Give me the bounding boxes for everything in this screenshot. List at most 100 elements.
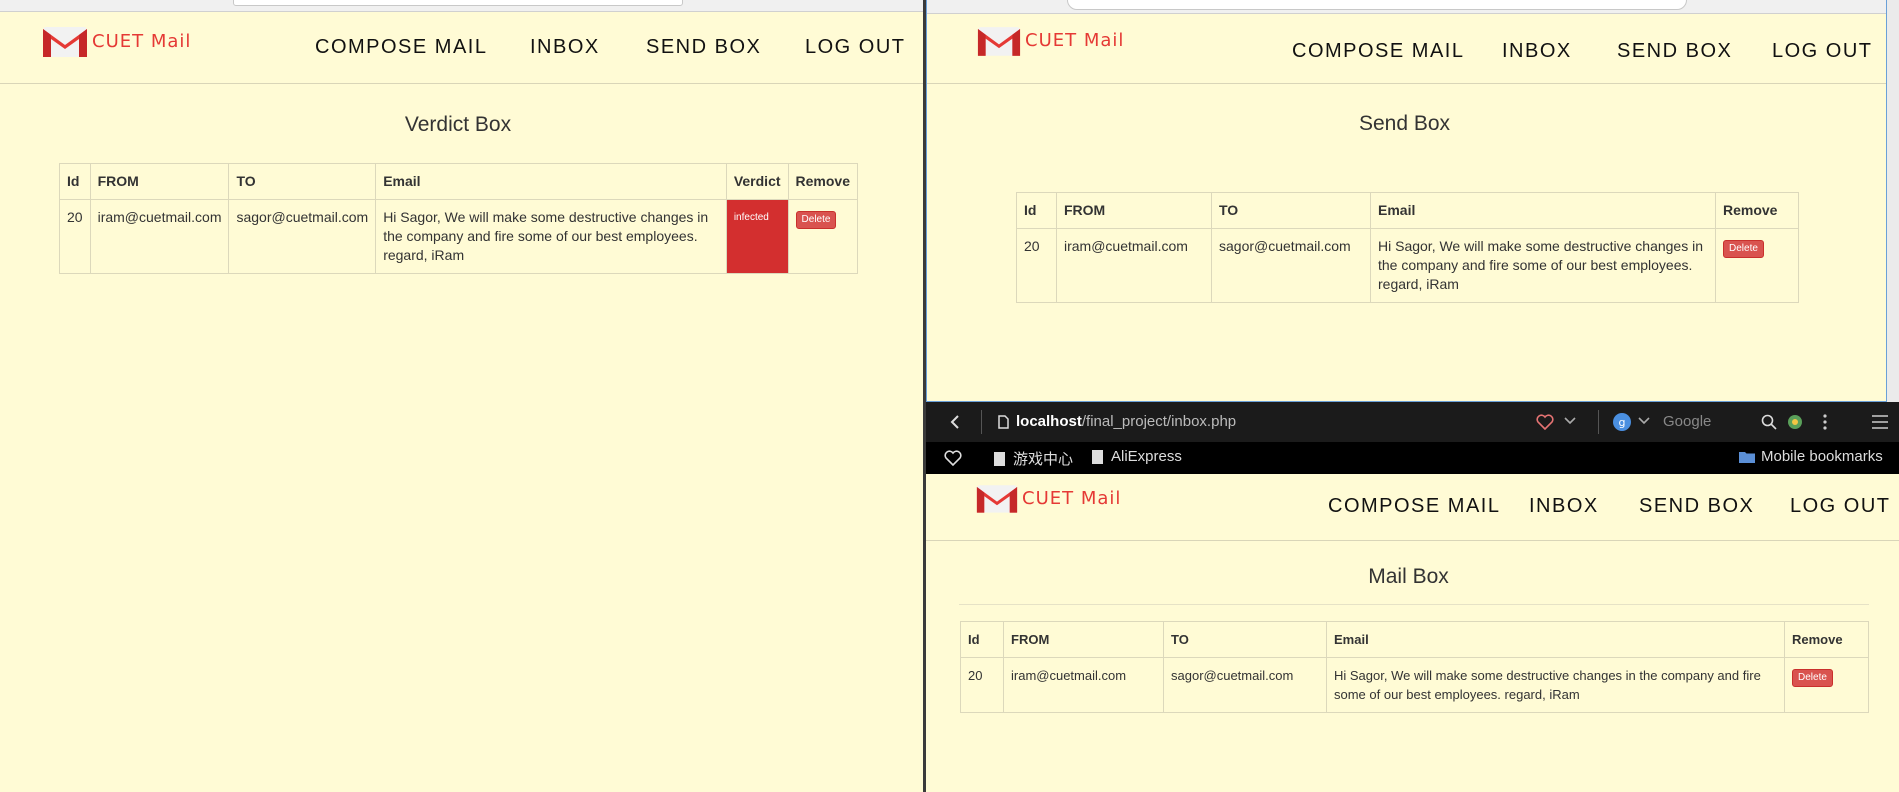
navbar: CUET Mail COMPOSE MAIL INBOX SEND BOX LO… <box>926 474 1899 541</box>
menu-icon[interactable] <box>1872 415 1888 429</box>
bookmarks-bar: 游戏中心 AliExpress Mobile bookmarks <box>926 442 1899 474</box>
col-id: Id <box>59 163 91 200</box>
document-icon <box>1092 449 1103 464</box>
col-id: Id <box>1016 192 1057 229</box>
col-from: FROM <box>1056 192 1212 229</box>
chevron-down-icon[interactable] <box>1564 417 1576 425</box>
nav-inbox[interactable]: INBOX <box>1529 495 1599 518</box>
table-header-row: Id FROM TO Email Remove <box>1016 192 1799 229</box>
cell-email: Hi Sagor, We will make some destructive … <box>1326 657 1785 713</box>
cell-remove: Delete <box>1715 228 1799 303</box>
delete-button[interactable]: Delete <box>1792 669 1833 687</box>
google-search-engine-icon[interactable]: g <box>1612 412 1632 432</box>
col-from: FROM <box>1003 621 1164 658</box>
bookmark-label: AliExpress <box>1111 448 1182 465</box>
col-from: FROM <box>89 163 230 200</box>
nav-inbox[interactable]: INBOX <box>1502 40 1572 63</box>
bookmark-item[interactable]: AliExpress <box>1092 448 1182 465</box>
web-content: CUET Mail COMPOSE MAIL INBOX SEND BOX LO… <box>926 474 1899 792</box>
logo-text: CUET Mail <box>1022 487 1122 509</box>
send-box-window: CUET Mail COMPOSE MAIL INBOX SEND BOX LO… <box>926 0 1887 402</box>
logo[interactable]: CUET Mail <box>976 482 1121 514</box>
verdict-window: CUET Mail COMPOSE MAIL INBOX SEND BOX LO… <box>0 0 923 792</box>
logo[interactable]: CUET Mail <box>977 24 1124 57</box>
table-row: 20 iram@cuetmail.com sagor@cuetmail.com … <box>59 199 859 274</box>
chevron-down-icon[interactable] <box>1638 417 1650 425</box>
window-edge <box>1887 0 1899 402</box>
extension-icon[interactable] <box>1786 413 1804 431</box>
nav-log-out[interactable]: LOG OUT <box>805 36 906 59</box>
nav-compose-mail[interactable]: COMPOSE MAIL <box>315 36 487 59</box>
col-to: TO <box>228 163 377 200</box>
nav-compose-mail[interactable]: COMPOSE MAIL <box>1328 495 1500 518</box>
cell-remove: Delete <box>1784 657 1869 713</box>
page-title: Verdict Box <box>404 113 512 136</box>
navbar: CUET Mail COMPOSE MAIL INBOX SEND BOX LO… <box>927 14 1886 84</box>
cell-id: 20 <box>960 657 1004 713</box>
table-header-row: Id FROM TO Email Verdict Remove <box>59 163 859 200</box>
mobile-bookmarks-label: Mobile bookmarks <box>1761 448 1883 465</box>
col-email: Email <box>1326 621 1785 658</box>
verdict-table: Id FROM TO Email Verdict Remove 20 iram@… <box>59 163 859 274</box>
page-title: Mail Box <box>1368 565 1449 588</box>
browser-top-strip <box>927 0 1886 14</box>
url-host: localhost <box>1016 413 1082 430</box>
table-header-row: Id FROM TO Email Remove <box>960 621 1869 658</box>
search-placeholder[interactable]: Google <box>1663 413 1711 430</box>
logo-text: CUET Mail <box>1025 30 1125 51</box>
more-vert-icon[interactable] <box>1822 414 1828 430</box>
delete-button[interactable]: Delete <box>1723 240 1764 258</box>
nav-log-out[interactable]: LOG OUT <box>1772 40 1873 63</box>
address-bar[interactable] <box>1067 0 1687 10</box>
col-remove: Remove <box>1715 192 1799 229</box>
cell-from: iram@cuetmail.com <box>1056 228 1212 303</box>
separator <box>1598 410 1599 434</box>
nav-inbox[interactable]: INBOX <box>530 36 600 59</box>
col-email: Email <box>1370 192 1716 229</box>
page-icon <box>998 415 1009 429</box>
cell-id: 20 <box>1016 228 1057 303</box>
col-remove: Remove <box>1784 621 1869 658</box>
col-email: Email <box>375 163 727 200</box>
divider <box>959 604 1869 605</box>
screen: CUET Mail COMPOSE MAIL INBOX SEND BOX LO… <box>0 0 1899 792</box>
cell-remove: Delete <box>787 199 859 274</box>
mail-box-window: localhost/final_project/inbox.php g Goog… <box>926 402 1899 792</box>
col-to: TO <box>1211 192 1371 229</box>
nav-compose-mail[interactable]: COMPOSE MAIL <box>1292 40 1464 63</box>
col-verdict: Verdict <box>725 163 789 200</box>
nav-send-box[interactable]: SEND BOX <box>1617 40 1732 63</box>
cell-email: Hi Sagor, We will make some destructive … <box>375 199 727 274</box>
address-bar[interactable] <box>233 0 683 6</box>
heart-icon[interactable] <box>1536 414 1554 430</box>
nav-log-out[interactable]: LOG OUT <box>1790 495 1891 518</box>
cell-id: 20 <box>59 199 91 274</box>
cell-to: sagor@cuetmail.com <box>1163 657 1327 713</box>
browser-top-strip <box>0 0 923 12</box>
browser-toolbar: localhost/final_project/inbox.php g Goog… <box>926 402 1899 442</box>
svg-text:g: g <box>1619 416 1626 429</box>
table-row: 20 iram@cuetmail.com sagor@cuetmail.com … <box>960 657 1869 713</box>
cell-from: iram@cuetmail.com <box>1003 657 1164 713</box>
nav-send-box[interactable]: SEND BOX <box>1639 495 1754 518</box>
back-icon[interactable] <box>948 414 962 430</box>
gmail-logo-icon <box>43 27 87 57</box>
mail-table: Id FROM TO Email Remove 20 iram@cuetmail… <box>960 621 1869 713</box>
logo[interactable]: CUET Mail <box>42 24 191 58</box>
url-path: /final_project/inbox.php <box>1081 413 1237 430</box>
delete-button[interactable]: Delete <box>795 211 837 229</box>
separator <box>981 410 982 434</box>
cell-to: sagor@cuetmail.com <box>1211 228 1371 303</box>
col-id: Id <box>960 621 1004 658</box>
nav-send-box[interactable]: SEND BOX <box>646 36 761 59</box>
search-icon[interactable] <box>1761 414 1777 430</box>
url-display[interactable]: localhost/final_project/inbox.php <box>1016 413 1236 430</box>
mobile-bookmarks[interactable]: Mobile bookmarks <box>1739 448 1883 465</box>
gmail-logo-icon <box>976 485 1018 513</box>
bookmark-item[interactable]: 游戏中心 <box>994 448 1073 469</box>
bookmark-heart-icon[interactable] <box>944 450 962 466</box>
cell-from: iram@cuetmail.com <box>89 199 230 274</box>
cell-to: sagor@cuetmail.com <box>228 199 377 274</box>
col-remove: Remove <box>787 163 859 200</box>
table-row: 20 iram@cuetmail.com sagor@cuetmail.com … <box>1016 228 1799 303</box>
